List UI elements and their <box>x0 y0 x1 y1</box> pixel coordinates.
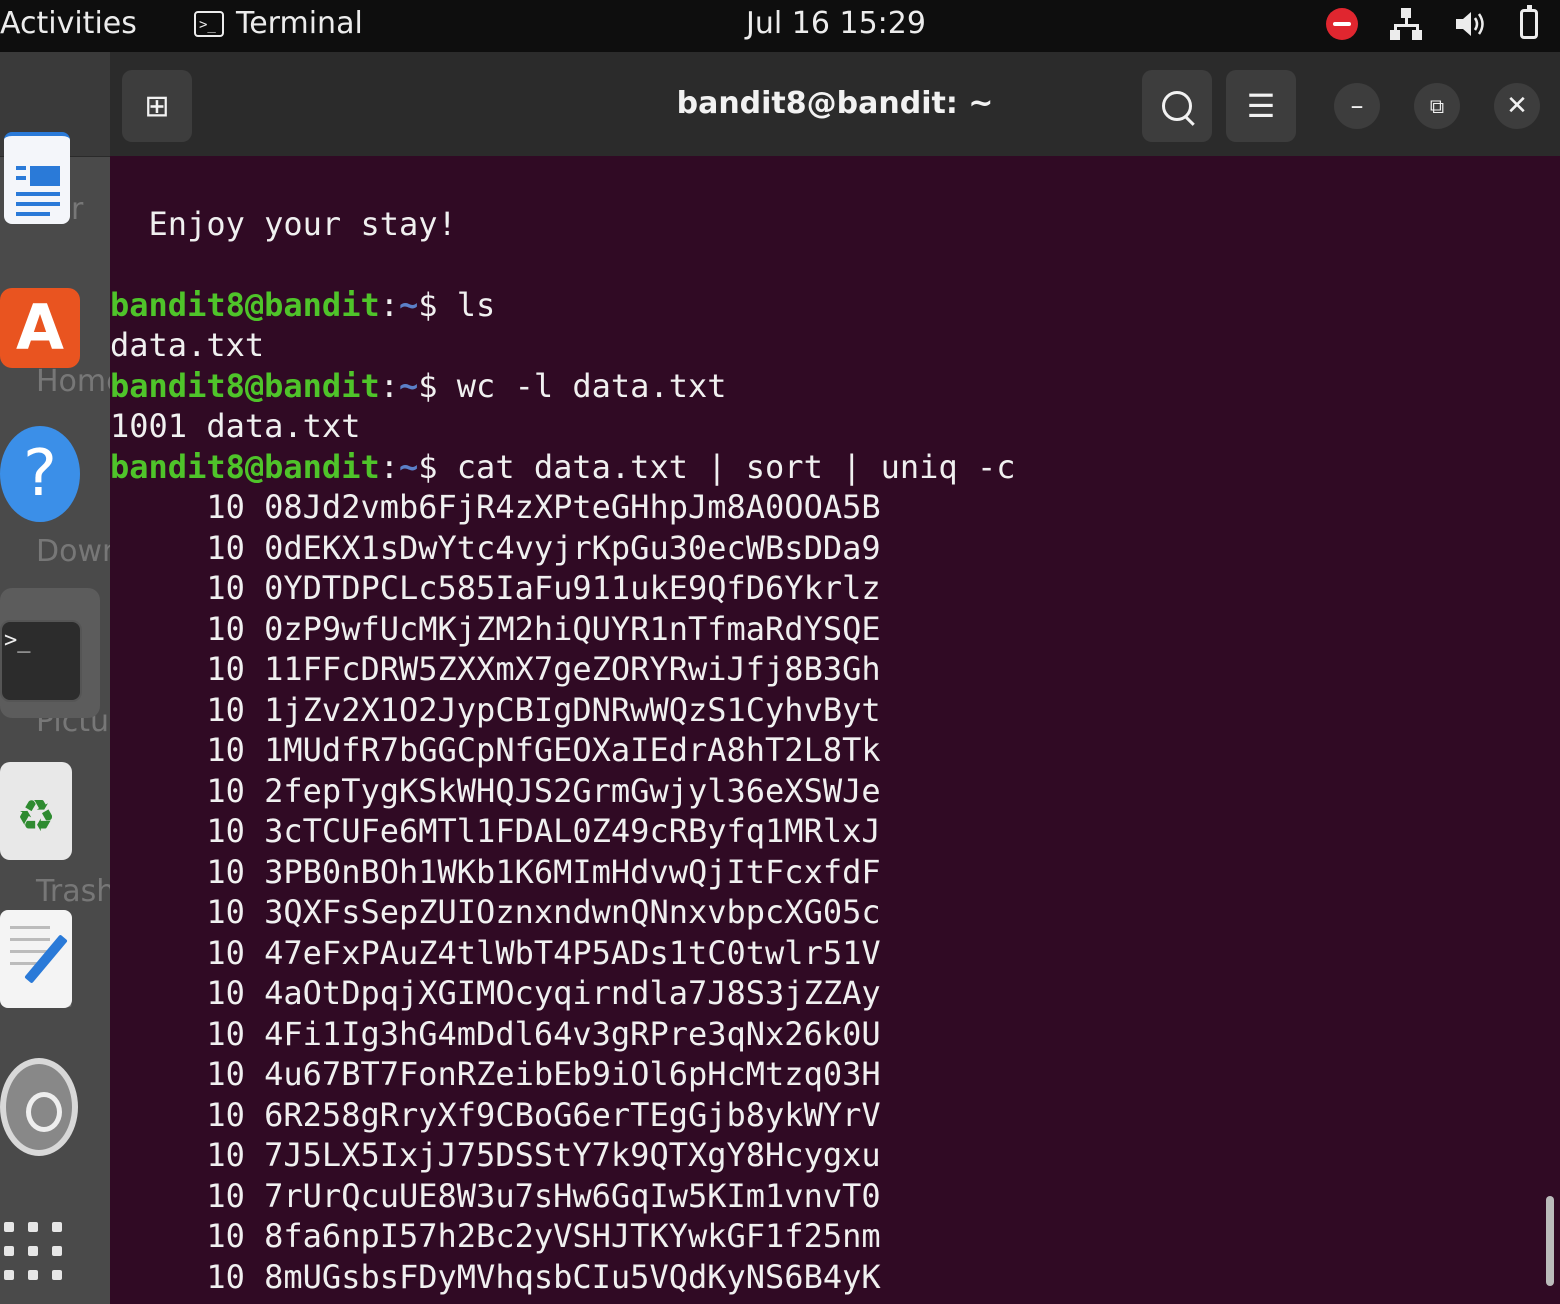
terminal-output[interactable]: Enjoy your stay! bandit8@bandit:~$ ls da… <box>110 156 1560 1304</box>
battery-icon[interactable] <box>1520 5 1538 39</box>
output-row: 10 0zP9wfUcMKjZM2hiQUYR1nTfmaRdYSQE <box>110 609 881 648</box>
do-not-disturb-icon[interactable] <box>1326 8 1358 40</box>
output-row: 10 08Jd2vmb6FjR4zXPteGHhpJm8A0OOA5B <box>110 488 881 526</box>
ubuntu-software-icon[interactable]: A <box>0 288 80 368</box>
output-row: 10 1jZv2X1O2JypCBIgDNRwWQzS1CyhvByt <box>110 690 881 729</box>
system-tray[interactable] <box>1326 5 1538 42</box>
prompt-line: bandit8@bandit:~$ wc -l data.txt <box>110 367 727 405</box>
output-row: 10 7rUrQcuUE8W3u7sHw6GqIw5KIm1vnvT0 <box>110 1176 881 1215</box>
libreoffice-writer-icon[interactable] <box>4 132 70 224</box>
command-text: cat data.txt | sort | uniq -c <box>456 448 1016 486</box>
top-bar: Activities >_ Terminal Jul 16 15:29 <box>0 0 1560 52</box>
hamburger-menu-button[interactable]: ☰ <box>1226 70 1296 142</box>
show-applications-icon[interactable] <box>4 1222 68 1286</box>
trash-icon[interactable]: ♻ <box>0 762 72 860</box>
settings-icon[interactable] <box>0 1058 78 1156</box>
output-row: 10 6R258gRryXf9CBoG6erTEgGjb8ykWYrV <box>110 1095 881 1134</box>
terminal-icon[interactable]: >_ <box>0 620 82 702</box>
output-row: 10 47eFxPAuZ4tlWbT4P5ADs1tC0twlr51V <box>110 933 881 972</box>
terminal-window: ⊞ bandit8@bandit: ~ ☰ – ⧉ ✕ Enjoy your s… <box>110 52 1560 1304</box>
command-text: wc -l data.txt <box>456 367 727 405</box>
output-line: 1001 data.txt <box>110 407 361 445</box>
output-row: 10 3cTCUFe6MTl1FDAL0Z49cRByfq1MRlxJ <box>110 812 881 850</box>
output-row: 10 3PB0nBOh1WKb1K6MImHdvwQjItFcxfdF <box>110 852 881 891</box>
output-row: 10 11FFcDRW5ZXXmX7geZORYRwiJfj8B3Gh <box>110 650 881 688</box>
motd-line: Enjoy your stay! <box>110 205 457 243</box>
help-icon[interactable]: ? <box>0 426 80 522</box>
output-row: 10 0dEKX1sDwYtc4vyjrKpGu30ecWBsDDa9 <box>110 528 881 567</box>
maximize-button[interactable]: ⧉ <box>1414 83 1460 129</box>
output-row: 10 4u67BT7FonRZeibEb9iOl6pHcMtzq03H <box>110 1055 881 1093</box>
minimize-button[interactable]: – <box>1334 83 1380 129</box>
text-editor-icon[interactable] <box>0 910 72 1008</box>
output-row: 10 8fa6npI57h2Bc2yVSHJTKYwkGF1f25nm <box>110 1217 881 1255</box>
network-icon[interactable] <box>1390 8 1422 40</box>
command-text: ls <box>456 286 496 324</box>
output-row: 10 3QXFsSepZUIOznxndwnQNnxvbpcXG05c <box>110 893 881 931</box>
prompt-line: bandit8@bandit:~$ ls <box>110 286 496 324</box>
output-row: 10 7J5LX5IxjJ75DSStY7k9QTXgY8Hcygxu <box>110 1136 881 1174</box>
terminal-header-bar: ⊞ bandit8@bandit: ~ ☰ – ⧉ ✕ <box>110 52 1560 156</box>
output-row: 10 4aOtDpqjXGIMOcyqirndla7J8S3jZZAy <box>110 974 881 1012</box>
scrollbar[interactable] <box>1546 1196 1554 1286</box>
output-row: 10 8mUGsbsFDyMVhqsbCIu5VQdKyNS6B4yK <box>110 1257 881 1296</box>
output-row: 10 0YDTDPCLc585IaFu911ukE9QfD6Ykrlz <box>110 569 881 607</box>
output-line: data.txt <box>110 326 265 364</box>
output-row: 10 1MUdfR7bGGCpNfGEOXaIEdrA8hT2L8Tk <box>110 731 881 769</box>
prompt-line: bandit8@bandit:~$ cat data.txt | sort | … <box>110 448 1016 486</box>
search-button[interactable] <box>1142 70 1212 142</box>
close-button[interactable]: ✕ <box>1494 83 1540 129</box>
search-icon <box>1162 91 1192 121</box>
output-row: 10 4Fi1Ig3hG4mDdl64v3gRPre3qNx26k0U <box>110 1014 881 1053</box>
dock: A ? >_ ♻ <box>0 52 110 1304</box>
output-row: 10 2fepTygKSkWHQJS2GrmGwjyl36eXSWJe <box>110 771 881 810</box>
volume-icon[interactable] <box>1454 9 1488 39</box>
